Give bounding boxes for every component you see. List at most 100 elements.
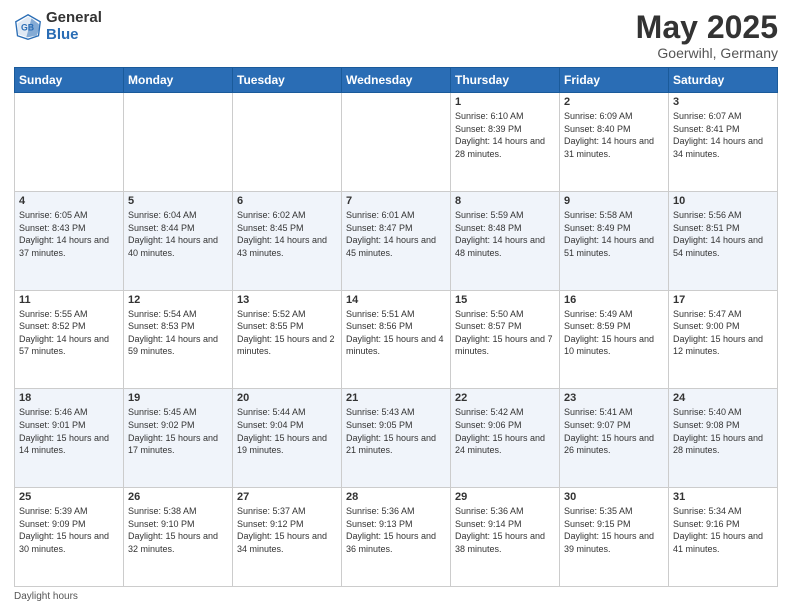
day-cell-14: 14 Sunrise: 5:51 AM Sunset: 8:56 PM Dayli… bbox=[342, 290, 451, 389]
day-info: Sunrise: 5:54 AM Sunset: 8:53 PM Dayligh… bbox=[128, 308, 228, 358]
day-cell-17: 17Sunrise: 5:47 AM Sunset: 9:00 PM Dayli… bbox=[669, 290, 778, 389]
day-cell-6: 6Sunrise: 6:02 AM Sunset: 8:45 PM Daylig… bbox=[233, 191, 342, 290]
day-info: Sunrise: 5:50 AM Sunset: 8:57 PM Dayligh… bbox=[455, 308, 555, 358]
day-info: Sunrise: 5:39 AM Sunset: 9:09 PM Dayligh… bbox=[19, 505, 119, 555]
day-cell-12: 12 Sunrise: 5:54 AM Sunset: 8:53 PM Dayli… bbox=[124, 290, 233, 389]
day-info: Sunrise: 5:46 AM Sunset: 9:01 PM Dayligh… bbox=[19, 406, 119, 456]
day-info: Sunrise: 5:58 AM Sunset: 8:49 PM Dayligh… bbox=[564, 209, 664, 259]
day-cell-16: 16 Sunrise: 5:49 AM Sunset: 8:59 PM Dayli… bbox=[560, 290, 669, 389]
day-number: 15 bbox=[455, 294, 555, 306]
day-number: 30 bbox=[564, 491, 664, 503]
day-number: 16 bbox=[564, 294, 664, 306]
day-number: 4 bbox=[19, 195, 119, 207]
day-info: Sunrise: 5:51 AM Sunset: 8:56 PM Dayligh… bbox=[346, 308, 446, 358]
day-number: 8 bbox=[455, 195, 555, 207]
day-cell-11: 11 Sunrise: 5:55 AM Sunset: 8:52 PM Dayli… bbox=[15, 290, 124, 389]
day-cell-7: 7 Sunrise: 6:01 AM Sunset: 8:47 PM Daylig… bbox=[342, 191, 451, 290]
day-info: Sunrise: 5:36 AM Sunset: 9:13 PM Dayligh… bbox=[346, 505, 446, 555]
day-info: Sunrise: 5:41 AM Sunset: 9:07 PM Dayligh… bbox=[564, 406, 664, 456]
day-number: 1 bbox=[455, 96, 555, 108]
day-number: 3 bbox=[673, 96, 773, 108]
weekday-header-saturday: Saturday bbox=[669, 68, 778, 93]
logo-general-text: General bbox=[46, 10, 102, 27]
day-cell-15: 15 Sunrise: 5:50 AM Sunset: 8:57 PM Dayli… bbox=[451, 290, 560, 389]
day-number: 5 bbox=[128, 195, 228, 207]
day-info: Sunrise: 6:01 AM Sunset: 8:47 PM Dayligh… bbox=[346, 209, 446, 259]
day-info: Sunrise: 5:35 AM Sunset: 9:15 PM Dayligh… bbox=[564, 505, 664, 555]
day-cell-8: 8 Sunrise: 5:59 AM Sunset: 8:48 PM Daylig… bbox=[451, 191, 560, 290]
day-info: Sunrise: 5:49 AM Sunset: 8:59 PM Dayligh… bbox=[564, 308, 664, 358]
header: GB General Blue May 2025 Goerwihl, Germa… bbox=[14, 10, 778, 61]
weekday-header-sunday: Sunday bbox=[15, 68, 124, 93]
day-cell-18: 18 Sunrise: 5:46 AM Sunset: 9:01 PM Dayli… bbox=[15, 389, 124, 488]
calendar-title: May 2025 bbox=[636, 10, 778, 45]
week-row-1: 1Sunrise: 6:10 AM Sunset: 8:39 PM Daylig… bbox=[15, 93, 778, 192]
daylight-label: Daylight hours bbox=[14, 591, 78, 602]
day-number: 31 bbox=[673, 491, 773, 503]
day-number: 28 bbox=[346, 491, 446, 503]
empty-cell bbox=[233, 93, 342, 192]
calendar-table: SundayMondayTuesdayWednesdayThursdayFrid… bbox=[14, 67, 778, 587]
day-cell-10: 10 Sunrise: 5:56 AM Sunset: 8:51 PM Dayli… bbox=[669, 191, 778, 290]
logo-icon: GB bbox=[14, 13, 42, 41]
day-cell-24: 24 Sunrise: 5:40 AM Sunset: 9:08 PM Dayli… bbox=[669, 389, 778, 488]
day-cell-22: 22Sunrise: 5:42 AM Sunset: 9:06 PM Dayli… bbox=[451, 389, 560, 488]
day-cell-19: 19Sunrise: 5:45 AM Sunset: 9:02 PM Dayli… bbox=[124, 389, 233, 488]
day-info: Sunrise: 6:05 AM Sunset: 8:43 PM Dayligh… bbox=[19, 209, 119, 259]
day-info: Sunrise: 5:34 AM Sunset: 9:16 PM Dayligh… bbox=[673, 505, 773, 555]
day-cell-20: 20Sunrise: 5:44 AM Sunset: 9:04 PM Dayli… bbox=[233, 389, 342, 488]
empty-cell bbox=[15, 93, 124, 192]
calendar-subtitle: Goerwihl, Germany bbox=[636, 45, 778, 61]
day-number: 21 bbox=[346, 392, 446, 404]
title-block: May 2025 Goerwihl, Germany bbox=[636, 10, 778, 61]
day-cell-28: 28 Sunrise: 5:36 AM Sunset: 9:13 PM Dayli… bbox=[342, 488, 451, 587]
day-number: 24 bbox=[673, 392, 773, 404]
day-number: 10 bbox=[673, 195, 773, 207]
weekday-header-row: SundayMondayTuesdayWednesdayThursdayFrid… bbox=[15, 68, 778, 93]
logo: GB General Blue bbox=[14, 10, 102, 43]
day-info: Sunrise: 6:07 AM Sunset: 8:41 PM Dayligh… bbox=[673, 110, 773, 160]
day-number: 26 bbox=[128, 491, 228, 503]
week-row-5: 25 Sunrise: 5:39 AM Sunset: 9:09 PM Dayli… bbox=[15, 488, 778, 587]
day-info: Sunrise: 5:43 AM Sunset: 9:05 PM Dayligh… bbox=[346, 406, 446, 456]
weekday-header-tuesday: Tuesday bbox=[233, 68, 342, 93]
day-cell-25: 25 Sunrise: 5:39 AM Sunset: 9:09 PM Dayli… bbox=[15, 488, 124, 587]
day-cell-3: 3 Sunrise: 6:07 AM Sunset: 8:41 PM Daylig… bbox=[669, 93, 778, 192]
day-number: 13 bbox=[237, 294, 337, 306]
day-number: 2 bbox=[564, 96, 664, 108]
empty-cell bbox=[342, 93, 451, 192]
day-info: Sunrise: 5:40 AM Sunset: 9:08 PM Dayligh… bbox=[673, 406, 773, 456]
page: GB General Blue May 2025 Goerwihl, Germa… bbox=[0, 0, 792, 612]
day-info: Sunrise: 6:04 AM Sunset: 8:44 PM Dayligh… bbox=[128, 209, 228, 259]
weekday-header-friday: Friday bbox=[560, 68, 669, 93]
day-info: Sunrise: 5:55 AM Sunset: 8:52 PM Dayligh… bbox=[19, 308, 119, 358]
day-number: 7 bbox=[346, 195, 446, 207]
logo-text: General Blue bbox=[46, 10, 102, 43]
day-number: 23 bbox=[564, 392, 664, 404]
day-number: 9 bbox=[564, 195, 664, 207]
day-number: 11 bbox=[19, 294, 119, 306]
day-cell-30: 30 Sunrise: 5:35 AM Sunset: 9:15 PM Dayli… bbox=[560, 488, 669, 587]
day-number: 12 bbox=[128, 294, 228, 306]
day-info: Sunrise: 5:38 AM Sunset: 9:10 PM Dayligh… bbox=[128, 505, 228, 555]
day-number: 19 bbox=[128, 392, 228, 404]
logo-blue-text: Blue bbox=[46, 27, 102, 44]
day-number: 27 bbox=[237, 491, 337, 503]
svg-text:GB: GB bbox=[21, 22, 34, 32]
day-cell-23: 23 Sunrise: 5:41 AM Sunset: 9:07 PM Dayli… bbox=[560, 389, 669, 488]
day-cell-5: 5 Sunrise: 6:04 AM Sunset: 8:44 PM Daylig… bbox=[124, 191, 233, 290]
day-info: Sunrise: 5:37 AM Sunset: 9:12 PM Dayligh… bbox=[237, 505, 337, 555]
footer-note: Daylight hours bbox=[14, 591, 778, 602]
week-row-4: 18 Sunrise: 5:46 AM Sunset: 9:01 PM Dayli… bbox=[15, 389, 778, 488]
weekday-header-monday: Monday bbox=[124, 68, 233, 93]
weekday-header-thursday: Thursday bbox=[451, 68, 560, 93]
day-number: 18 bbox=[19, 392, 119, 404]
day-number: 14 bbox=[346, 294, 446, 306]
day-info: Sunrise: 5:59 AM Sunset: 8:48 PM Dayligh… bbox=[455, 209, 555, 259]
day-cell-27: 27 Sunrise: 5:37 AM Sunset: 9:12 PM Dayli… bbox=[233, 488, 342, 587]
day-info: Sunrise: 5:56 AM Sunset: 8:51 PM Dayligh… bbox=[673, 209, 773, 259]
day-info: Sunrise: 6:09 AM Sunset: 8:40 PM Dayligh… bbox=[564, 110, 664, 160]
day-number: 25 bbox=[19, 491, 119, 503]
day-info: Sunrise: 5:47 AM Sunset: 9:00 PM Dayligh… bbox=[673, 308, 773, 358]
day-cell-29: 29Sunrise: 5:36 AM Sunset: 9:14 PM Dayli… bbox=[451, 488, 560, 587]
